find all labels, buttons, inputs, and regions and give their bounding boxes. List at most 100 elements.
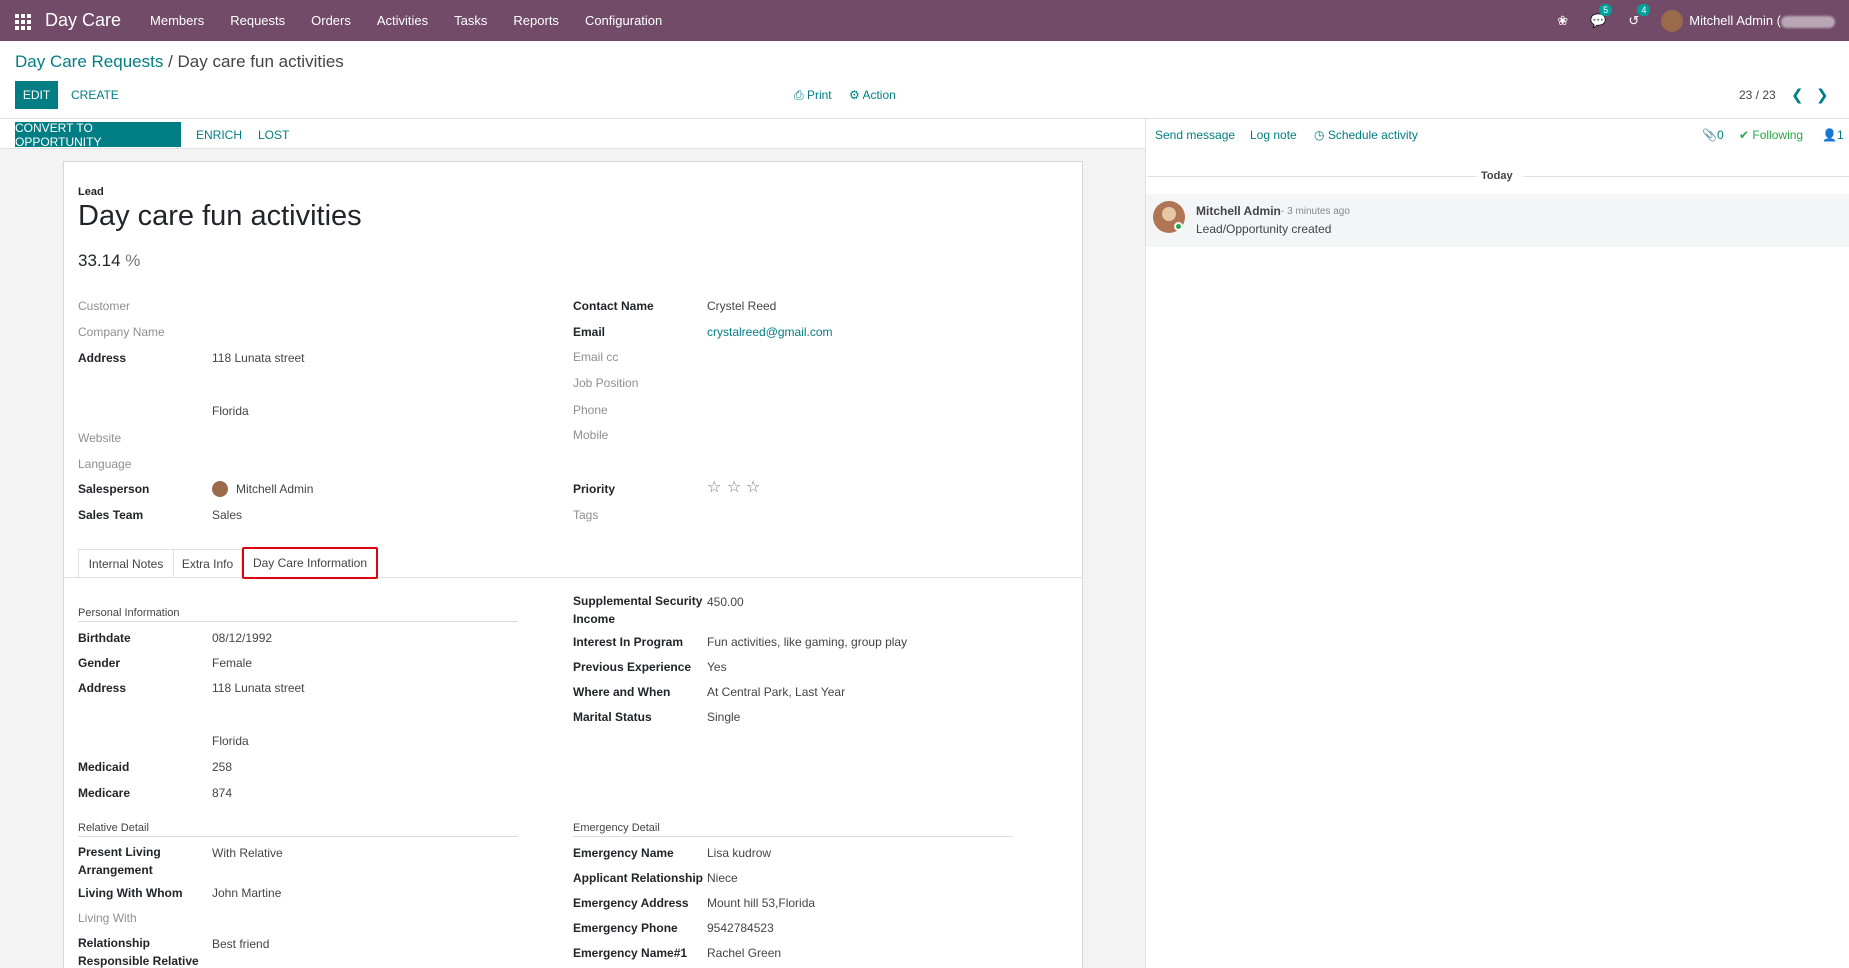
emergency-phone-value: 9542784523 xyxy=(707,921,774,935)
check-icon: ✔ xyxy=(1739,128,1753,142)
ssi-label: Supplemental Security Income xyxy=(573,594,703,626)
followers-count: 1 xyxy=(1836,128,1844,142)
where-when-label: Where and When xyxy=(573,685,671,699)
message-item xyxy=(1146,194,1849,247)
menu-activities[interactable]: Activities xyxy=(364,13,441,28)
salesperson-value[interactable]: Mitchell Admin xyxy=(236,482,313,496)
salesperson-avatar xyxy=(212,481,228,497)
convert-to-opportunity-button[interactable]: CONVERT TO OPPORTUNITY xyxy=(15,121,181,149)
user-menu[interactable]: Mitchell Admin ( xyxy=(1689,13,1835,28)
apps-menu-icon[interactable] xyxy=(15,13,33,30)
menu-reports[interactable]: Reports xyxy=(500,13,572,28)
living-with-whom-label: Living With Whom xyxy=(78,886,183,900)
messages-badge: 5 xyxy=(1599,3,1613,16)
record-title: Day care fun activities xyxy=(78,200,362,232)
customer-label: Customer xyxy=(78,299,131,313)
following-button[interactable]: ✔ Following xyxy=(1739,128,1803,142)
schedule-activity-button[interactable]: ◷ Schedule activity xyxy=(1314,128,1418,142)
relative-detail-title: Relative Detail xyxy=(78,822,149,834)
language-label: Language xyxy=(78,457,132,471)
pager-previous-icon[interactable]: ❮ xyxy=(1791,86,1804,104)
print-icon: ⎙ xyxy=(794,88,807,102)
priority-star-icon-3[interactable]: ☆ xyxy=(746,477,760,497)
emergency-name-label: Emergency Name xyxy=(573,846,674,860)
sales-team-value[interactable]: Sales xyxy=(212,508,242,522)
enrich-button[interactable]: ENRICH xyxy=(196,128,242,142)
where-when-value: At Central Park, Last Year xyxy=(707,685,846,699)
personal-information-title: Personal Information xyxy=(78,607,180,619)
living-with-label: Living With xyxy=(78,911,137,925)
menu-orders[interactable]: Orders xyxy=(298,13,364,28)
probability: 33.14 % xyxy=(78,251,140,271)
tab-extra-info[interactable]: Extra Info xyxy=(173,549,242,578)
user-avatar[interactable] xyxy=(1661,9,1684,32)
user-icon: 👤 xyxy=(1822,128,1837,142)
job-position-label: Job Position xyxy=(573,376,639,390)
user-name: Mitchell Admin ( xyxy=(1689,13,1781,28)
gender-value: Female xyxy=(212,656,253,670)
emergency-detail-line xyxy=(573,836,1013,837)
menu-requests[interactable]: Requests xyxy=(217,13,298,28)
lost-button[interactable]: LOST xyxy=(258,128,289,142)
email-value[interactable]: crystalreed@gmail.com xyxy=(707,325,833,339)
interest-label: Interest In Program xyxy=(573,635,684,649)
interest-value: Fun activities, like gaming, group play xyxy=(707,635,908,649)
probability-value: 33.14 xyxy=(78,251,121,270)
personal-address-label: Address xyxy=(78,681,127,695)
messages-icon[interactable]: 💬 5 xyxy=(1590,3,1613,29)
date-separator-right xyxy=(1523,176,1849,177)
send-message-button[interactable]: Send message xyxy=(1155,128,1235,142)
print-button[interactable]: ⎙ Print xyxy=(794,88,832,103)
log-note-button[interactable]: Log note xyxy=(1250,128,1297,142)
edit-button[interactable]: EDIT xyxy=(15,81,58,109)
applicant-relationship-label: Applicant Relationship xyxy=(573,871,704,885)
birthdate-value: 08/12/1992 xyxy=(212,631,273,645)
activities-clock-icon[interactable]: ↺ 4 xyxy=(1628,3,1651,29)
priority-star-icon-2[interactable]: ☆ xyxy=(727,477,741,497)
applicant-relationship-value: Niece xyxy=(707,871,738,885)
menu-members[interactable]: Members xyxy=(137,13,217,28)
message-time: - 3 minutes ago xyxy=(1281,206,1350,217)
following-label: Following xyxy=(1752,128,1804,142)
lead-type-label: Lead xyxy=(78,186,104,198)
sales-team-label: Sales Team xyxy=(78,508,144,522)
ssi-value: 450.00 xyxy=(707,595,744,609)
address-state: Florida xyxy=(212,404,249,418)
followers-button[interactable]: 👤1 xyxy=(1822,128,1844,142)
menu-configuration[interactable]: Configuration xyxy=(572,13,675,28)
website-label: Website xyxy=(78,431,122,445)
debug-bug-icon[interactable]: ❀ xyxy=(1557,13,1568,29)
living-arrangement-label: Present Living Arrangement xyxy=(78,845,161,877)
message-author[interactable]: Mitchell Admin xyxy=(1196,204,1281,218)
create-button[interactable]: CREATE xyxy=(71,88,119,102)
tab-internal-notes[interactable]: Internal Notes xyxy=(78,549,174,578)
emergency-name-value: Lisa kudrow xyxy=(707,846,772,860)
birthdate-label: Birthdate xyxy=(78,631,131,645)
online-status-icon xyxy=(1174,222,1183,231)
priority-star-icon-1[interactable]: ☆ xyxy=(707,477,721,497)
date-separator-left xyxy=(1147,176,1477,177)
main-menu: Members Requests Orders Activities Tasks… xyxy=(137,13,675,28)
percent-sign: % xyxy=(125,251,141,270)
action-button[interactable]: ⚙ Action xyxy=(849,88,896,102)
email-label: Email xyxy=(573,325,606,339)
attachments-button[interactable]: 📎0 xyxy=(1702,128,1724,142)
emergency-name1-label: Emergency Name#1 xyxy=(573,946,688,960)
pager-value[interactable]: 23 / 23 xyxy=(1739,88,1776,102)
contact-name-label: Contact Name xyxy=(573,299,654,313)
previous-experience-value: Yes xyxy=(707,660,727,674)
activities-badge: 4 xyxy=(1637,3,1651,16)
salesperson-label: Salesperson xyxy=(78,482,150,496)
menu-tasks[interactable]: Tasks xyxy=(441,13,500,28)
breadcrumb-current: Day care fun activities xyxy=(177,52,344,71)
breadcrumb-parent[interactable]: Day Care Requests xyxy=(15,52,163,71)
attachments-count: 0 xyxy=(1716,128,1724,142)
tab-day-care-information[interactable]: Day Care Information xyxy=(242,547,378,579)
schedule-activity-label: Schedule activity xyxy=(1327,128,1418,142)
medicare-label: Medicare xyxy=(78,786,131,800)
breadcrumb: Day Care Requests / Day care fun activit… xyxy=(15,52,344,72)
address-street: 118 Lunata street xyxy=(212,351,305,365)
pager-next-icon[interactable]: ❯ xyxy=(1816,86,1829,104)
living-arrangement-value: With Relative xyxy=(212,846,283,860)
app-brand[interactable]: Day Care xyxy=(45,10,121,31)
